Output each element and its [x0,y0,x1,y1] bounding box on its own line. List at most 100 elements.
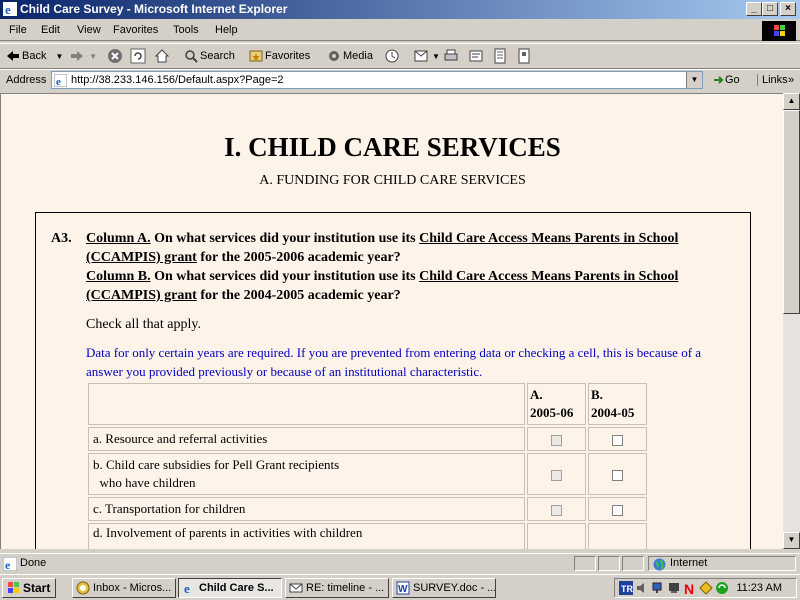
menu-bar: File Edit View Favorites Tools Help [0,19,800,41]
checkbox-2004-pell-subsidies[interactable] [612,469,623,481]
menu-tools[interactable]: Tools [173,24,199,36]
svg-text:e: e [5,558,11,571]
forward-button[interactable]: ▼ [70,48,97,65]
links-chevron-icon[interactable]: » [788,74,794,86]
column-b-header-line1: B. [591,387,603,402]
taskbar-item-child-care[interactable]: e Child Care S... [178,578,282,598]
column-a-text2: for the 2005-2006 academic year? [200,250,401,265]
messenger-button[interactable] [516,48,532,65]
scroll-down-icon[interactable]: ▼ [783,532,800,549]
mail-icon [414,50,428,62]
media-label: Media [343,50,373,62]
column-b-header: B. 2004-05 [588,383,647,425]
page-subtitle: A. FUNDING FOR CHILD CARE SERVICES [259,173,526,188]
menu-favorites[interactable]: Favorites [113,24,158,36]
search-label: Search [200,50,235,62]
word-icon: W [396,581,410,595]
start-label: Start [23,581,51,595]
print-button[interactable] [443,48,459,65]
note-text: Data for only certain years are required… [86,345,702,379]
print-icon [444,49,458,61]
discuss-button[interactable] [492,48,508,65]
clock[interactable]: 11:23 AM [736,582,782,594]
back-button[interactable]: Back ▼ [6,48,63,65]
page-content: I. CHILD CARE SERVICES A. FUNDING FOR CH… [0,93,783,549]
antivirus-icon[interactable]: N [683,581,697,595]
page-title: I. CHILD CARE SERVICES [224,132,561,162]
status-pane [598,556,620,571]
page-icon: e [54,74,67,87]
table-row: b. Child care subsidies for Pell Grant r… [88,453,647,495]
row-a-cell [527,497,586,521]
forward-dropdown-icon[interactable]: ▼ [89,52,97,61]
scroll-thumb[interactable] [783,110,800,314]
column-a-text1: On what services did your institution us… [154,231,416,246]
checkbox-2004-resource-referral[interactable] [612,434,623,446]
links-button[interactable]: Links [757,74,788,86]
sync-icon[interactable] [715,581,729,595]
address-dropdown-icon[interactable]: ▼ [686,72,702,88]
media-button[interactable]: Media [327,48,373,65]
maximize-button[interactable]: □ [762,2,778,16]
vertical-scrollbar[interactable]: ▲ ▼ [783,93,800,549]
column-b-text1: On what services did your institution us… [154,269,416,284]
monitor-icon[interactable] [667,581,681,595]
column-a-header-line2: 2005-06 [530,405,574,420]
favorites-button[interactable]: Favorites [249,48,310,65]
ie-icon: e [3,2,17,16]
question-number: A3. [51,231,72,246]
taskbar-item-inbox[interactable]: Inbox - Micros... [72,578,176,598]
svg-text:e: e [56,76,61,87]
discuss-icon [494,48,506,64]
start-button[interactable]: Start [2,578,56,598]
address-url: http://38.233.146.156/Default.aspx?Page=… [71,74,284,86]
column-a-header: A. 2005-06 [527,383,586,425]
taskbar: Start Inbox - Micros... e Child Care S..… [0,574,800,600]
refresh-icon [130,48,146,64]
search-icon [185,50,198,63]
menu-view[interactable]: View [77,24,101,36]
menu-edit[interactable]: Edit [41,24,60,36]
taskbar-item-label: Child Care S... [199,582,274,594]
back-arrow-icon [7,51,19,62]
taskbar-item-survey-doc[interactable]: W SURVEY.doc - ... [392,578,496,598]
edit-button[interactable] [468,48,484,65]
shield-icon[interactable] [699,581,713,595]
close-button[interactable]: × [780,2,796,16]
home-button[interactable] [154,48,170,65]
row-b-cell [588,523,647,549]
instruction-text: Check all that apply. [86,317,201,332]
mail-dropdown-icon[interactable]: ▼ [432,52,440,61]
mail-button[interactable]: ▼ [414,48,440,65]
refresh-button[interactable] [130,48,146,65]
security-zone: Internet [670,557,708,569]
back-dropdown-icon[interactable]: ▼ [56,52,64,61]
row-a-cell [527,427,586,451]
menu-file[interactable]: File [9,24,27,36]
minimize-button[interactable]: _ [746,2,762,16]
taskbar-item-label: RE: timeline - ... [306,582,385,594]
search-button[interactable]: Search [184,48,235,65]
globe-icon [653,558,666,571]
stop-icon [108,49,122,64]
row-label: c. Transportation for children [88,497,525,521]
go-button[interactable]: Go [713,74,740,86]
menu-help[interactable]: Help [215,24,238,36]
taskbar-item-timeline[interactable]: RE: timeline - ... [285,578,389,598]
volume-icon[interactable] [635,581,649,595]
checkbox-2004-transportation[interactable] [612,504,623,516]
stop-button[interactable] [107,48,123,65]
svg-text:e: e [184,581,190,595]
address-input[interactable]: e http://38.233.146.156/Default.aspx?Pag… [51,71,703,89]
table-row: d. Involvement of parents in activities … [88,523,647,549]
status-bar: e Done Internet [0,553,800,573]
svg-text:e: e [5,2,11,16]
network-icon[interactable] [651,581,665,595]
scroll-up-icon[interactable]: ▲ [783,93,800,110]
checkbox-2005-pell-subsidies [551,469,562,481]
row-label-line2: who have children [99,475,196,490]
history-button[interactable] [384,48,400,65]
page-status-icon: e [3,557,17,571]
tray-app-icon[interactable]: TR [619,581,633,595]
table-row: a. Resource and referral activities [88,427,647,451]
